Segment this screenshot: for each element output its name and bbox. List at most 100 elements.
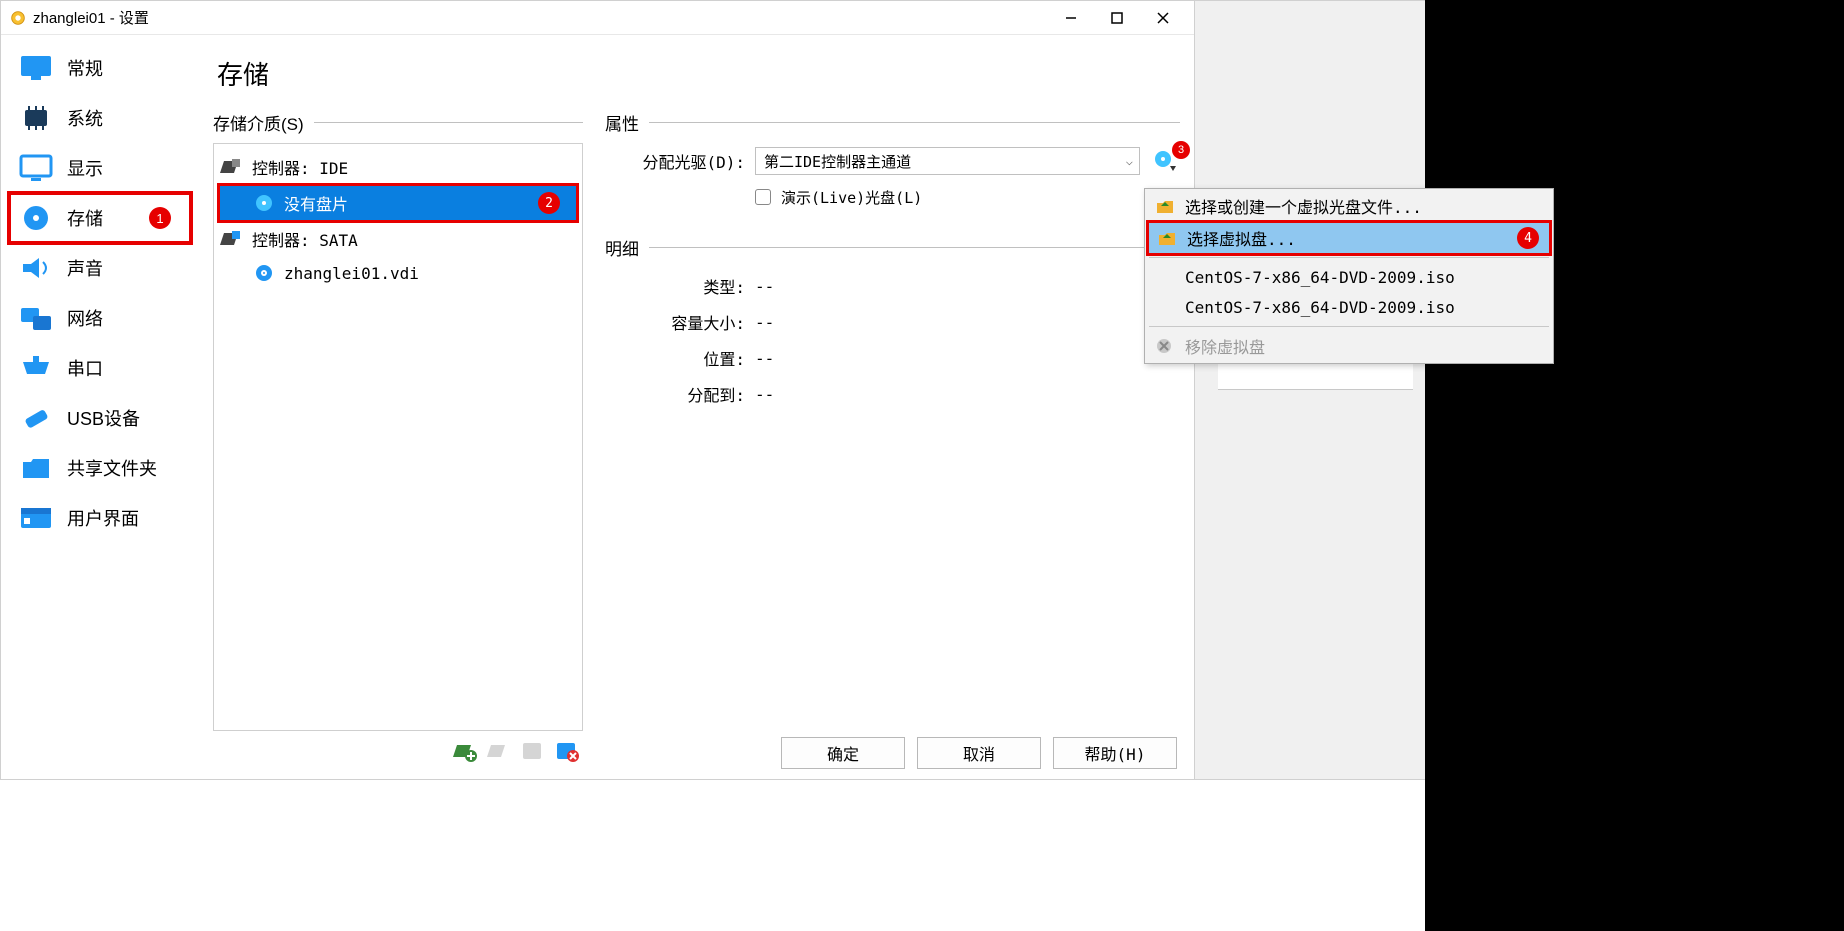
sidebar-item-network[interactable]: 网络 (11, 295, 189, 341)
cancel-button[interactable]: 取消 (917, 737, 1041, 769)
add-attachment-button[interactable] (519, 737, 547, 765)
sidebar-item-display[interactable]: 显示 (11, 145, 189, 191)
sidebar-item-label: 串口 (67, 355, 103, 381)
display-icon (19, 154, 53, 182)
menu-label: 选择虚拟盘... (1187, 226, 1296, 250)
controller-icon (220, 229, 242, 249)
remove-disc-icon (1155, 337, 1175, 355)
sidebar-item-system[interactable]: 系统 (11, 95, 189, 141)
live-cd-checkbox[interactable] (755, 189, 771, 205)
choose-disk-button[interactable]: 3 (1150, 147, 1180, 175)
folder-up-icon (1157, 229, 1177, 247)
menu-label: CentOS-7-x86_64-DVD-2009.iso (1185, 268, 1455, 287)
disk-context-menu: 选择或创建一个虚拟光盘文件... 选择虚拟盘... 4 CentOS-7-x86… (1144, 188, 1554, 364)
detail-value: -- (755, 313, 774, 332)
detail-label: 容量大小: (605, 310, 745, 334)
sidebar-item-label: 声音 (67, 255, 103, 281)
detail-size-row: 容量大小: -- (605, 304, 1180, 340)
sidebar-item-label: 网络 (67, 305, 103, 331)
detail-value: -- (755, 385, 774, 404)
menu-iso-1[interactable]: CentOS-7-x86_64-DVD-2009.iso (1147, 262, 1551, 292)
window-title: zhanglei01 - 设置 (33, 7, 1048, 28)
menu-label: 移除虚拟盘 (1185, 334, 1265, 358)
monitor-icon (19, 54, 53, 82)
serial-icon (19, 354, 53, 382)
disk-vdi[interactable]: zhanglei01.vdi (214, 256, 582, 290)
sidebar-item-storage[interactable]: 存储 1 (11, 195, 189, 241)
sidebar-item-label: 共享文件夹 (67, 455, 157, 481)
menu-label: 选择或创建一个虚拟光盘文件... (1185, 194, 1422, 218)
detail-value: -- (755, 349, 774, 368)
details-label: 明细 (605, 235, 1180, 268)
sidebar-item-shared-folders[interactable]: 共享文件夹 (11, 445, 189, 491)
sidebar-item-serial[interactable]: 串口 (11, 345, 189, 391)
sidebar-item-usb[interactable]: USB设备 (11, 395, 189, 441)
sidebar-item-label: 存储 (67, 205, 103, 231)
sidebar-item-label: 显示 (67, 155, 103, 181)
annotation-badge-3: 3 (1172, 141, 1190, 159)
background-panel (1195, 0, 1425, 780)
optical-empty[interactable]: 没有盘片 2 (220, 186, 576, 220)
attributes-label: 属性 (605, 110, 1180, 143)
maximize-button[interactable] (1094, 2, 1140, 34)
minimize-button[interactable] (1048, 2, 1094, 34)
sidebar-item-label: 常规 (67, 55, 103, 81)
folder-up-icon (1155, 197, 1175, 215)
menu-label: CentOS-7-x86_64-DVD-2009.iso (1185, 298, 1455, 317)
detail-value: -- (755, 277, 774, 296)
detail-location-row: 位置: -- (605, 340, 1180, 376)
menu-iso-2[interactable]: CentOS-7-x86_64-DVD-2009.iso (1147, 292, 1551, 322)
storage-toolbar (213, 731, 583, 771)
add-controller-button[interactable] (451, 737, 479, 765)
ui-icon (19, 504, 53, 532)
background-strip (1425, 0, 1844, 931)
sidebar-item-interface[interactable]: 用户界面 (11, 495, 189, 541)
annotation-badge-1: 1 (149, 207, 171, 229)
sidebar: 常规 系统 显示 存储 1 声音 网络 (1, 35, 199, 779)
live-cd-row: 演示(Live)光盘(L) (605, 179, 1180, 215)
controller-sata[interactable]: 控制器: SATA (214, 222, 582, 256)
live-cd-label: 演示(Live)光盘(L) (781, 187, 922, 208)
storage-tree[interactable]: 控制器: IDE 没有盘片 2 控制器: SATA (213, 143, 583, 731)
optical-drive-label: 分配光驱(D): (605, 149, 745, 173)
help-button[interactable]: 帮助(H) (1053, 737, 1177, 769)
network-icon (19, 304, 53, 332)
menu-remove-disk: 移除虚拟盘 (1147, 331, 1551, 361)
sidebar-item-label: 用户界面 (67, 505, 139, 531)
speaker-icon (19, 254, 53, 282)
sidebar-item-label: 系统 (67, 105, 103, 131)
menu-separator (1149, 257, 1549, 258)
controller-ide[interactable]: 控制器: IDE (214, 150, 582, 184)
optical-drive-row: 分配光驱(D): 第二IDE控制器主通道 ⌵ 3 (605, 143, 1180, 179)
menu-choose-create[interactable]: 选择或创建一个虚拟光盘文件... (1147, 191, 1551, 221)
page-title: 存储 (213, 43, 1180, 110)
storage-media-panel: 存储介质(S) 控制器: IDE 没有盘片 2 (213, 110, 583, 771)
sidebar-item-audio[interactable]: 声音 (11, 245, 189, 291)
chevron-down-icon: ⌵ (1126, 154, 1133, 168)
remove-controller-button[interactable] (485, 737, 513, 765)
hdd-icon (254, 263, 274, 283)
dialog-buttons: 确定 取消 帮助(H) (781, 737, 1177, 769)
optical-label: 没有盘片 (284, 191, 348, 215)
detail-label: 分配到: (605, 382, 745, 406)
annotation-badge-2: 2 (538, 192, 560, 214)
disc-icon (254, 193, 274, 213)
main-panel: 存储 存储介质(S) 控制器: IDE 没有盘片 2 (199, 35, 1194, 779)
menu-separator (1149, 326, 1549, 327)
titlebar: zhanglei01 - 设置 (1, 1, 1194, 35)
folder-icon (19, 454, 53, 482)
chip-icon (19, 104, 53, 132)
storage-media-label: 存储介质(S) (213, 110, 583, 143)
menu-choose-disk[interactable]: 选择虚拟盘... 4 (1149, 223, 1549, 253)
detail-attached-row: 分配到: -- (605, 376, 1180, 412)
usb-icon (19, 404, 53, 432)
disk-label: zhanglei01.vdi (284, 264, 419, 283)
remove-attachment-button[interactable] (553, 737, 581, 765)
optical-drive-value: 第二IDE控制器主通道 (764, 151, 911, 172)
annotation-badge-4: 4 (1517, 227, 1539, 249)
ok-button[interactable]: 确定 (781, 737, 905, 769)
close-button[interactable] (1140, 2, 1186, 34)
detail-type-row: 类型: -- (605, 268, 1180, 304)
optical-drive-combo[interactable]: 第二IDE控制器主通道 ⌵ (755, 147, 1140, 175)
sidebar-item-general[interactable]: 常规 (11, 45, 189, 91)
